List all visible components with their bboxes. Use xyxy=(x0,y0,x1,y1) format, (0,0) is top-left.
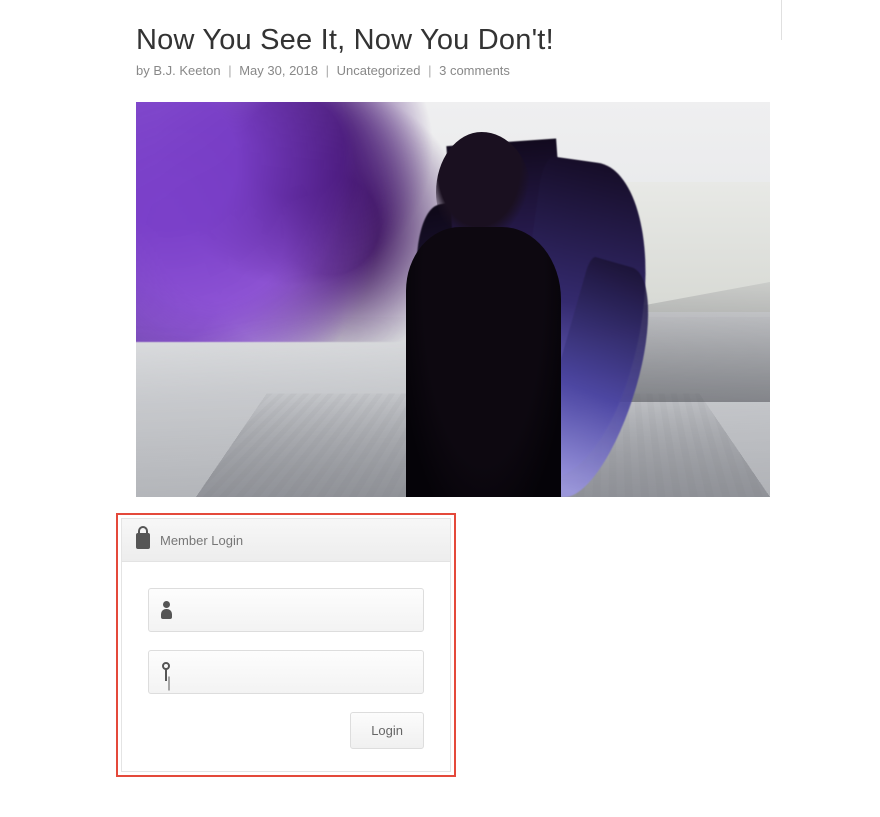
key-icon xyxy=(161,662,171,682)
page-divider xyxy=(781,0,782,40)
post-title: Now You See It, Now You Don't! xyxy=(136,24,770,57)
login-button[interactable]: Login xyxy=(350,712,424,749)
username-input[interactable] xyxy=(182,602,411,618)
post-meta: by B.J. Keeton | May 30, 2018 | Uncatego… xyxy=(136,63,770,78)
meta-separator: | xyxy=(228,63,231,78)
meta-separator: | xyxy=(428,63,431,78)
login-panel-header: Member Login xyxy=(122,519,450,562)
login-actions: Login xyxy=(148,712,424,749)
login-widget-wrapper: Member Login Login xyxy=(116,513,456,777)
password-field-wrap xyxy=(148,650,424,694)
login-panel-body: Login xyxy=(122,562,450,771)
meta-author-link[interactable]: B.J. Keeton xyxy=(153,63,220,78)
login-panel-title: Member Login xyxy=(160,533,243,548)
meta-separator: | xyxy=(326,63,329,78)
meta-category-link[interactable]: Uncategorized xyxy=(337,63,421,78)
username-field-wrap xyxy=(148,588,424,632)
meta-date: May 30, 2018 xyxy=(239,63,318,78)
meta-by-label: by xyxy=(136,63,150,78)
post-container: Now You See It, Now You Don't! by B.J. K… xyxy=(0,0,880,817)
featured-image xyxy=(136,102,770,497)
user-icon xyxy=(161,601,172,619)
member-login-panel: Member Login Login xyxy=(121,518,451,772)
password-input[interactable] xyxy=(181,664,411,680)
meta-comments-link[interactable]: 3 comments xyxy=(439,63,510,78)
annotation-highlight-box: Member Login Login xyxy=(116,513,456,777)
lock-icon xyxy=(136,533,150,549)
